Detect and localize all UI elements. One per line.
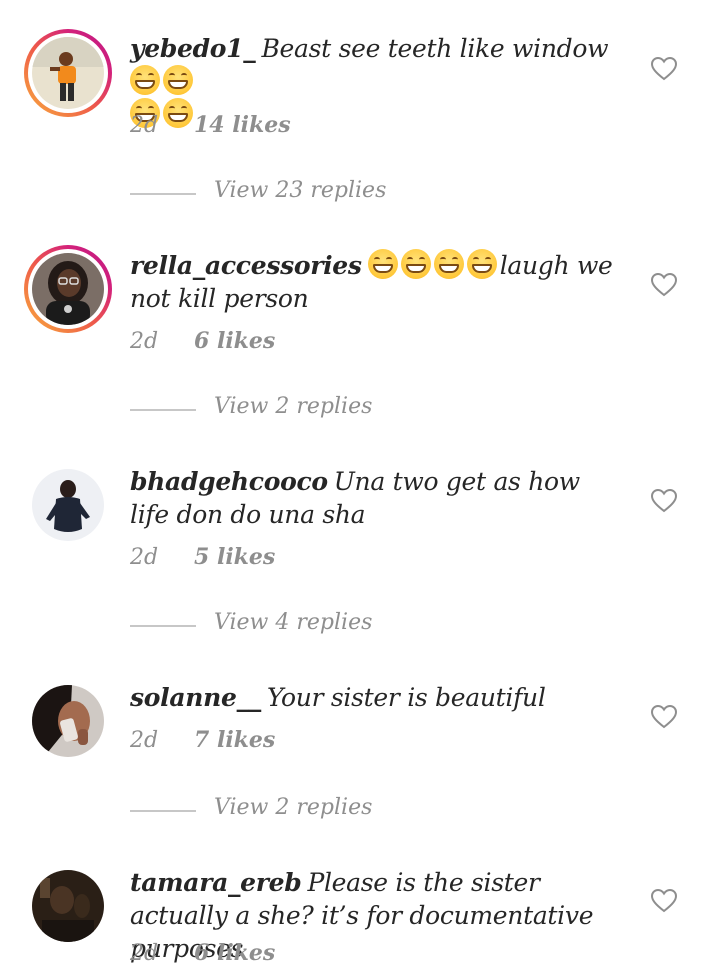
replies-divider xyxy=(130,625,196,627)
view-replies-label: View 23 replies xyxy=(214,178,387,203)
comment-meta: 2d 5 likes xyxy=(130,544,275,570)
comment-body: Your sister is beautiful xyxy=(267,683,546,712)
replies-divider xyxy=(130,810,196,812)
comment-time: 2d xyxy=(130,113,159,138)
avatar[interactable] xyxy=(24,461,112,549)
replies-divider xyxy=(130,193,196,195)
comment-likes[interactable]: 6 likes xyxy=(194,940,275,966)
comment-username[interactable]: tamara_ereb xyxy=(130,868,302,897)
person-orange-shirt-avatar-icon xyxy=(32,37,104,109)
grinning-emoji-icon xyxy=(400,249,431,279)
dark-photo-avatar-icon xyxy=(32,870,104,942)
comment-likes[interactable]: 6 likes xyxy=(194,328,275,354)
comment-username[interactable]: yebedo1_ xyxy=(130,34,256,63)
grinning-emoji-icon xyxy=(367,249,398,279)
comment-text: solanne__ Your sister is beautiful xyxy=(130,681,620,714)
like-heart-icon[interactable] xyxy=(650,56,678,81)
view-replies-label: View 2 replies xyxy=(214,394,373,419)
like-heart-icon[interactable] xyxy=(650,272,678,297)
comment-meta: 2d 7 likes xyxy=(130,727,275,753)
comment-time: 2d xyxy=(130,329,159,354)
woman-glasses-avatar-icon xyxy=(32,253,104,325)
woman-dark-outfit-avatar-icon xyxy=(32,469,104,541)
comment-likes[interactable]: 14 likes xyxy=(194,112,291,138)
comment-likes[interactable]: 7 likes xyxy=(194,727,275,753)
comment-time: 2d xyxy=(130,545,159,570)
grinning-emoji-icon xyxy=(163,65,193,95)
woman-phone-selfie-avatar-icon xyxy=(32,685,104,757)
comment-username[interactable]: solanne__ xyxy=(130,683,261,712)
like-heart-icon[interactable] xyxy=(650,704,678,729)
view-replies-button[interactable]: View 2 replies xyxy=(130,394,390,424)
view-replies-button[interactable]: View 23 replies xyxy=(130,178,390,208)
comment-meta: 2d 6 likes xyxy=(130,940,275,966)
comment-body: Beast see teeth like window xyxy=(261,34,609,63)
like-heart-icon[interactable] xyxy=(650,488,678,513)
comment-likes[interactable]: 5 likes xyxy=(194,544,275,570)
comment-username[interactable]: rella_accessories xyxy=(130,251,362,280)
replies-divider xyxy=(130,409,196,411)
comment-username[interactable]: bhadgehcooco xyxy=(130,467,328,496)
view-replies-button[interactable]: View 2 replies xyxy=(130,795,390,825)
like-heart-icon[interactable] xyxy=(650,888,678,913)
view-replies-label: View 2 replies xyxy=(214,795,373,820)
comment-time: 2d xyxy=(130,941,159,966)
view-replies-label: View 4 replies xyxy=(214,610,373,635)
avatar[interactable] xyxy=(24,245,112,333)
comment-text: rella_accessories laugh we not kill perso… xyxy=(130,249,620,315)
grinning-emoji-icon xyxy=(130,65,160,95)
comment-meta: 2d 14 likes xyxy=(130,112,291,138)
avatar[interactable] xyxy=(24,862,112,950)
grinning-emoji-icon xyxy=(466,249,497,279)
avatar[interactable] xyxy=(24,677,112,765)
comment-text: bhadgehcooco Una two get as how life don … xyxy=(130,465,620,531)
view-replies-button[interactable]: View 4 replies xyxy=(130,610,390,640)
comment-meta: 2d 6 likes xyxy=(130,328,275,354)
grinning-emoji-icon xyxy=(433,249,464,279)
comment-time: 2d xyxy=(130,728,159,753)
avatar[interactable] xyxy=(24,29,112,117)
